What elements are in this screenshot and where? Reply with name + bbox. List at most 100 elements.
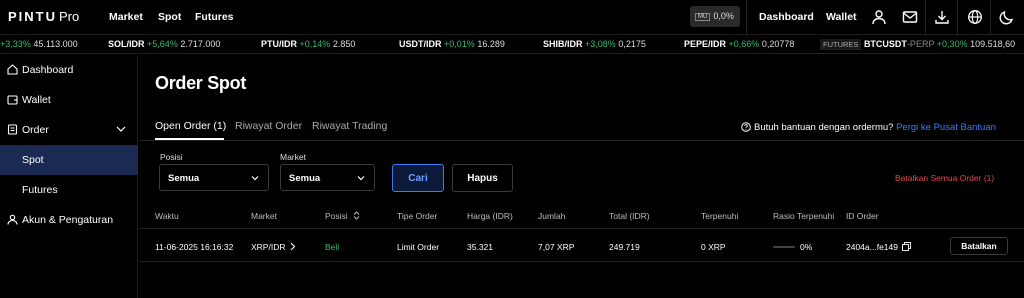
help-text: Butuh bantuan dengan ordermu? — [754, 122, 894, 133]
main-content: Order Spot Open Order (1) Riwayat Order … — [139, 55, 1024, 298]
cell-rasio: 0% — [800, 242, 813, 252]
sidebar-item-label: Akun & Pengaturan — [22, 214, 114, 226]
ticker-item[interactable]: PEPE/IDR +0,66% 0,20778 — [684, 39, 794, 49]
cancel-all-orders-button[interactable]: Batalkan Semua Order (1) — [895, 173, 994, 183]
order-icon — [7, 124, 18, 135]
market-select[interactable]: Semua — [280, 164, 375, 191]
user-icon — [7, 214, 18, 225]
mu-value: 0,0% — [713, 11, 734, 21]
home-icon — [7, 64, 18, 75]
sort-icon — [353, 211, 360, 220]
cell-total: 249.719 — [609, 242, 640, 252]
divider — [957, 0, 958, 34]
col-terpenuhi: Terpenuhi — [701, 211, 739, 221]
ticker-change: 3,33% — [5, 39, 31, 49]
col-market: Market — [251, 211, 277, 221]
chevron-down-icon — [250, 173, 260, 183]
ticker-pair: SHIB/IDR — [543, 39, 583, 49]
ticker-item[interactable]: SOL/IDR +5,64% 2.717.000 — [108, 39, 220, 49]
price-ticker: +3,33% 45.113.000 SOL/IDR +5,64% 2.717.0… — [0, 34, 1024, 54]
table-row: 11-06-2025 16:16:32 XRP/IDR Beli Limit O… — [139, 230, 1024, 262]
order-id: 2404a...fe149 — [846, 242, 898, 252]
market-label: Market — [280, 152, 306, 162]
col-posisi[interactable]: Posisi — [325, 211, 360, 221]
active-tab-indicator — [155, 138, 224, 140]
nav-dashboard[interactable]: Dashboard — [759, 11, 814, 23]
col-tipe-order: Tipe Order — [397, 211, 438, 221]
col-rasio-terpenuhi: Rasio Terpenuhi — [773, 211, 835, 221]
sidebar-item-dashboard[interactable]: Dashboard — [0, 55, 138, 85]
nav-market[interactable]: Market — [109, 11, 143, 23]
ticker-price: 45.113.000 — [33, 39, 78, 49]
nav-spot[interactable]: Spot — [158, 11, 181, 23]
col-posisi-label: Posisi — [325, 211, 348, 221]
sidebar-item-account-settings[interactable]: Akun & Pengaturan — [0, 205, 138, 235]
ticker-item[interactable]: USDT/IDR +0,01% 16.289 — [399, 39, 505, 49]
dark-mode-icon[interactable] — [999, 9, 1015, 25]
sidebar-item-order[interactable]: Order — [0, 115, 138, 145]
mail-icon[interactable] — [902, 9, 918, 25]
sidebar: Dashboard Wallet Order Spot Futures Akun… — [0, 55, 138, 298]
ticker-change: +0,30% — [936, 39, 968, 49]
ticker-item[interactable]: SHIB/IDR +3,08% 0,2175 — [543, 39, 646, 49]
cell-jumlah: 7,07 XRP — [538, 242, 575, 252]
sidebar-item-spot[interactable]: Spot — [0, 145, 138, 175]
divider — [990, 0, 991, 34]
tab-order-history[interactable]: Riwayat Order — [235, 120, 302, 132]
tab-divider — [139, 140, 1024, 141]
ticker-change: +0,66% — [728, 39, 760, 49]
col-total: Total (IDR) — [609, 211, 650, 221]
sidebar-item-label: Wallet — [22, 94, 51, 106]
ticker-price: 16.289 — [477, 39, 505, 49]
search-button[interactable]: Cari — [392, 164, 444, 192]
ticker-price: 0,2175 — [618, 39, 646, 49]
cell-terpenuhi: 0 XRP — [701, 242, 726, 252]
table-header: Waktu Market Posisi Tipe Order Harga (ID… — [139, 205, 1024, 229]
download-icon[interactable] — [934, 9, 950, 25]
posisi-select[interactable]: Semua — [159, 164, 269, 191]
margin-usage-indicator[interactable]: MU 0,0% — [690, 6, 740, 27]
chevron-down-icon — [356, 173, 366, 183]
ticker-pair: SOL/IDR — [108, 39, 145, 49]
market-pair: XRP/IDR — [251, 242, 286, 252]
ticker-item[interactable]: +3,33% 45.113.000 — [0, 39, 78, 49]
ticker-price: 109.518,60 — [970, 39, 1016, 49]
nav-wallet[interactable]: Wallet — [826, 11, 857, 23]
globe-icon[interactable] — [967, 9, 983, 25]
ticker-pair: USDT/IDR — [399, 39, 442, 49]
help-icon — [741, 122, 751, 132]
futures-badge: FUTURES — [820, 39, 862, 50]
ticker-pair: PTU/IDR — [261, 39, 297, 49]
ticker-pair: BTCUSDT — [863, 39, 907, 49]
user-icon[interactable] — [871, 9, 887, 25]
ticker-change: +3,08% — [585, 39, 616, 49]
tab-open-order[interactable]: Open Order (1) — [155, 120, 226, 132]
posisi-value: Semua — [168, 173, 200, 184]
cancel-order-button[interactable]: Batalkan — [950, 237, 1008, 255]
pintu-logo[interactable]: PINTU Pro — [8, 9, 79, 24]
ticker-item[interactable]: FUTURES BTCUSDT-PERP +0,30% 109.518,60 — [820, 39, 1016, 50]
ticker-suffix: -PERP — [906, 39, 935, 49]
cell-market[interactable]: XRP/IDR — [251, 242, 296, 252]
ticker-price: 2.850 — [332, 39, 356, 49]
logo-suffix: Pro — [59, 9, 80, 24]
tab-trading-history[interactable]: Riwayat Trading — [312, 120, 387, 132]
cell-tipe-order: Limit Order — [397, 242, 440, 252]
col-jumlah: Jumlah — [538, 211, 566, 221]
help-center-link[interactable]: Pergi ke Pusat Bantuan — [896, 122, 996, 133]
sidebar-item-wallet[interactable]: Wallet — [0, 85, 138, 115]
sidebar-item-futures[interactable]: Futures — [0, 175, 138, 205]
col-harga: Harga (IDR) — [467, 211, 513, 221]
posisi-label: Posisi — [160, 152, 183, 162]
top-navigation-bar: PINTU Pro Market Spot Futures MU 0,0% Dash… — [0, 0, 1024, 34]
divider — [925, 0, 926, 34]
clear-button[interactable]: Hapus — [452, 164, 513, 192]
ticker-item[interactable]: PTU/IDR +0,14% 2.850 — [261, 39, 355, 49]
copy-icon[interactable] — [902, 242, 911, 251]
sidebar-item-label: Dashboard — [22, 64, 74, 76]
chevron-up-icon — [116, 125, 126, 133]
ticker-change: +0,14% — [299, 39, 331, 49]
nav-futures[interactable]: Futures — [195, 11, 234, 23]
page-title: Order Spot — [155, 73, 247, 93]
col-id-order: ID Order — [846, 211, 879, 221]
